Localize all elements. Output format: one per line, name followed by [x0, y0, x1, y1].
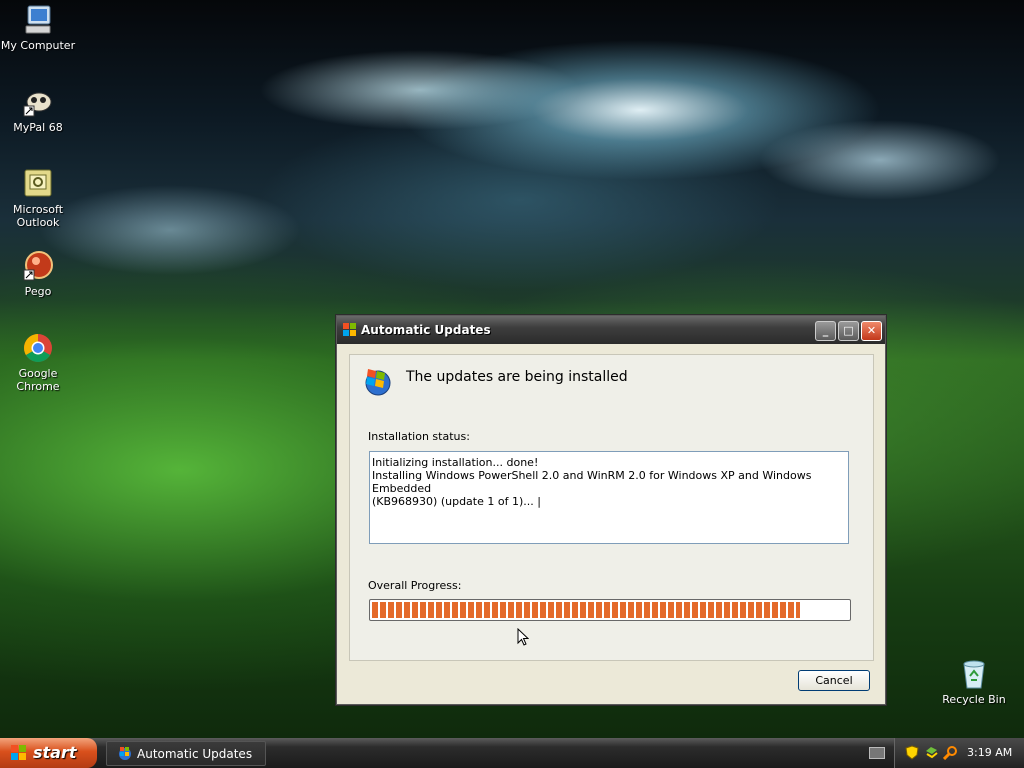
- start-button[interactable]: start: [0, 738, 97, 768]
- mypal-icon: [22, 86, 54, 118]
- outlook-icon: [22, 168, 54, 200]
- chrome-icon: [22, 332, 54, 364]
- dialog-content: The updates are being installed Installa…: [349, 354, 874, 661]
- recycle-bin-icon: [958, 658, 990, 690]
- taskbar-button-label: Automatic Updates: [137, 747, 253, 761]
- window-title: Automatic Updates: [361, 323, 491, 337]
- desktop-icon-outlook[interactable]: Microsoft Outlook: [0, 168, 76, 229]
- desktop-icon-label: Microsoft Outlook: [12, 203, 64, 229]
- desktop-icon-label: Pego: [24, 285, 52, 298]
- status-line: (KB968930) (update 1 of 1)... |: [372, 495, 541, 508]
- system-tray: 3:19 AM: [894, 738, 1024, 768]
- desktop-icon-mypal[interactable]: MyPal 68: [0, 86, 76, 134]
- close-button[interactable]: ✕: [861, 321, 882, 341]
- clock[interactable]: 3:19 AM: [967, 746, 1012, 759]
- desktop-icon-pego[interactable]: Pego: [0, 250, 76, 298]
- dialog-heading: The updates are being installed: [406, 369, 628, 385]
- desktop-icon-chrome[interactable]: Google Chrome: [0, 332, 76, 393]
- overall-progress-bar: [369, 599, 851, 621]
- title-bar[interactable]: Automatic Updates _ □ ✕: [337, 316, 885, 344]
- close-icon: ✕: [866, 324, 877, 337]
- windows-update-tray-icon[interactable]: [924, 745, 939, 763]
- status-line: Installing Windows PowerShell 2.0 and Wi…: [372, 469, 815, 495]
- installation-status-textbox[interactable]: Initializing installation... done! Insta…: [369, 451, 849, 544]
- maximize-icon: □: [843, 324, 854, 337]
- desktop-icon-recycle-bin[interactable]: Recycle Bin: [936, 658, 1012, 706]
- overall-progress-label: Overall Progress:: [368, 579, 462, 592]
- installation-status-label: Installation status:: [368, 430, 470, 443]
- minimize-icon: _: [822, 324, 829, 337]
- windows-update-globe-icon: [362, 365, 394, 397]
- windows-update-icon: [342, 322, 358, 338]
- desktop: My Computer MyPal 68 Microsoft Outlook P…: [0, 0, 1024, 738]
- desktop-icon-label: MyPal 68: [13, 121, 63, 134]
- cancel-button[interactable]: Cancel: [798, 670, 870, 691]
- windows-logo-icon: [10, 744, 28, 762]
- taskbar-button-automatic-updates[interactable]: Automatic Updates: [106, 741, 266, 766]
- desktop-icon-label: My Computer: [0, 39, 76, 52]
- minimize-button[interactable]: _: [815, 321, 836, 341]
- status-line: Initializing installation... done!: [372, 456, 539, 469]
- pego-icon: [22, 250, 54, 282]
- start-label: start: [33, 743, 77, 762]
- search-icon[interactable]: [942, 745, 958, 763]
- mouse-cursor-icon: [517, 627, 530, 646]
- desktop-icon-my-computer[interactable]: My Computer: [0, 4, 76, 52]
- maximize-button[interactable]: □: [838, 321, 859, 341]
- computer-icon: [22, 4, 54, 36]
- keyboard-icon[interactable]: [869, 747, 885, 759]
- desktop-icon-label: Recycle Bin: [942, 693, 1006, 706]
- security-shield-icon[interactable]: [905, 745, 919, 763]
- windows-update-icon: [117, 745, 133, 761]
- automatic-updates-window: Automatic Updates _ □ ✕ The updates are …: [336, 315, 886, 705]
- taskbar: start Automatic Updates 3:19 AM: [0, 738, 1024, 768]
- progress-fill: [372, 602, 801, 618]
- desktop-icon-label: Google Chrome: [16, 367, 60, 393]
